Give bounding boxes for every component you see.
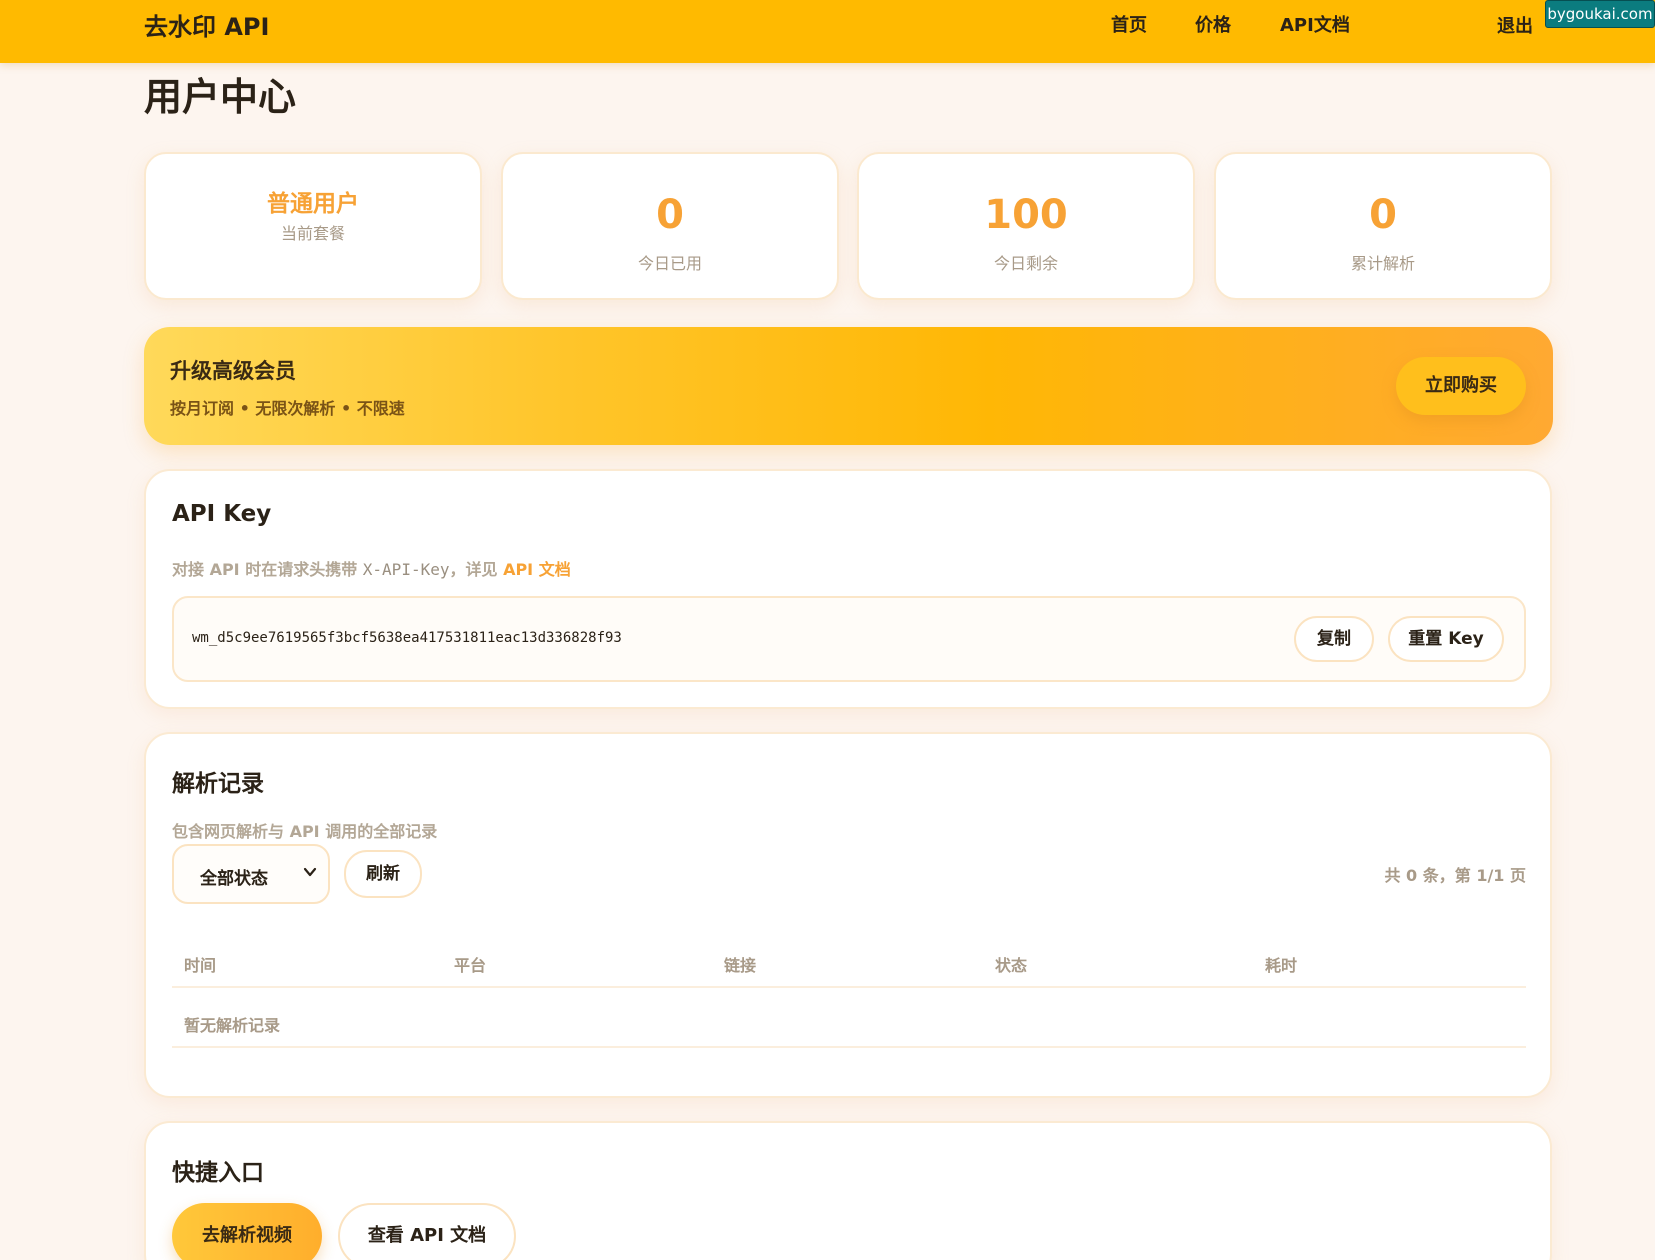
api-key-title: API Key (172, 501, 272, 527)
chevron-down-icon (303, 867, 317, 877)
stat-card-total-parsed: 0 累计解析 (1214, 152, 1552, 300)
quick-entry-panel: 快捷入口 去解析视频 查看 API 文档 (144, 1121, 1552, 1260)
plan-label: 当前套餐 (280, 224, 345, 243)
table-header-divider (172, 986, 1526, 988)
nav-pricing[interactable]: 价格 (1195, 14, 1231, 38)
used-today-label: 今日已用 (637, 254, 702, 273)
stat-card-remaining-today: 100 今日剩余 (857, 152, 1195, 300)
api-key-header-name: X-API-Key (362, 560, 450, 579)
plan-value: 普通用户 (267, 191, 359, 217)
records-panel: 解析记录 包含网页解析与 API 调用的全部记录 全部状态 刷新 共 0 条，第… (144, 732, 1552, 1098)
records-empty-message: 暂无解析记录 (184, 1016, 281, 1035)
view-api-docs-button[interactable]: 查看 API 文档 (338, 1203, 516, 1260)
column-header-link: 链接 (724, 956, 757, 975)
api-key-box: wm_d5c9ee7619565f3bcf5638ea417531811eac1… (172, 596, 1526, 682)
api-key-panel: API Key 对接 API 时在请求头携带 X-API-Key，详见 API … (144, 469, 1552, 709)
api-key-desc-prefix: 对接 API 时在请求头携带 (172, 560, 363, 579)
total-parsed-label: 累计解析 (1350, 254, 1415, 273)
brand-logo[interactable]: 去水印 API (144, 12, 269, 42)
table-row-divider (172, 1046, 1526, 1048)
go-parse-video-button[interactable]: 去解析视频 (172, 1203, 322, 1260)
api-docs-link[interactable]: API 文档 (503, 560, 571, 579)
nav-api-docs[interactable]: API文档 (1280, 14, 1350, 38)
watermark-badge: bygoukai.com (1545, 0, 1655, 28)
api-key-description: 对接 API 时在请求头携带 X-API-Key，详见 API 文档 (172, 556, 571, 580)
api-key-desc-middle: ，详见 (449, 560, 504, 579)
records-count: 共 0 条，第 1/1 页 (1384, 866, 1526, 885)
total-parsed-value: 0 (1369, 192, 1397, 238)
logout-link[interactable]: 退出 (1497, 15, 1533, 39)
status-filter-value: 全部状态 (200, 869, 268, 889)
status-filter-select[interactable]: 全部状态 (172, 844, 330, 904)
remaining-today-value: 100 (984, 192, 1068, 238)
upgrade-banner: 升级高级会员 按月订阅 • 无限次解析 • 不限速 立即购买 (144, 327, 1553, 445)
upgrade-title: 升级高级会员 (170, 359, 296, 383)
column-header-time: 时间 (184, 956, 217, 975)
page-title: 用户中心 (144, 75, 297, 119)
top-nav-bar: 去水印 API 首页 价格 API文档 退出 (0, 0, 1655, 63)
column-header-status: 状态 (995, 956, 1028, 975)
stat-card-used-today: 0 今日已用 (501, 152, 839, 300)
buy-now-button[interactable]: 立即购买 (1396, 357, 1526, 415)
records-description: 包含网页解析与 API 调用的全部记录 (172, 822, 438, 841)
reset-key-button[interactable]: 重置 Key (1388, 616, 1504, 662)
column-header-platform: 平台 (454, 956, 487, 975)
copy-key-button[interactable]: 复制 (1294, 616, 1374, 662)
nav-home[interactable]: 首页 (1111, 14, 1147, 38)
quick-entry-title: 快捷入口 (172, 1160, 264, 1186)
remaining-today-label: 今日剩余 (993, 254, 1058, 273)
column-header-duration: 耗时 (1265, 956, 1298, 975)
records-title: 解析记录 (172, 771, 264, 797)
refresh-button[interactable]: 刷新 (344, 850, 422, 898)
used-today-value: 0 (656, 192, 684, 238)
stat-card-plan: 普通用户 当前套餐 (144, 152, 482, 300)
upgrade-subtitle: 按月订阅 • 无限次解析 • 不限速 (170, 399, 405, 418)
api-key-value[interactable]: wm_d5c9ee7619565f3bcf5638ea417531811eac1… (192, 630, 622, 646)
